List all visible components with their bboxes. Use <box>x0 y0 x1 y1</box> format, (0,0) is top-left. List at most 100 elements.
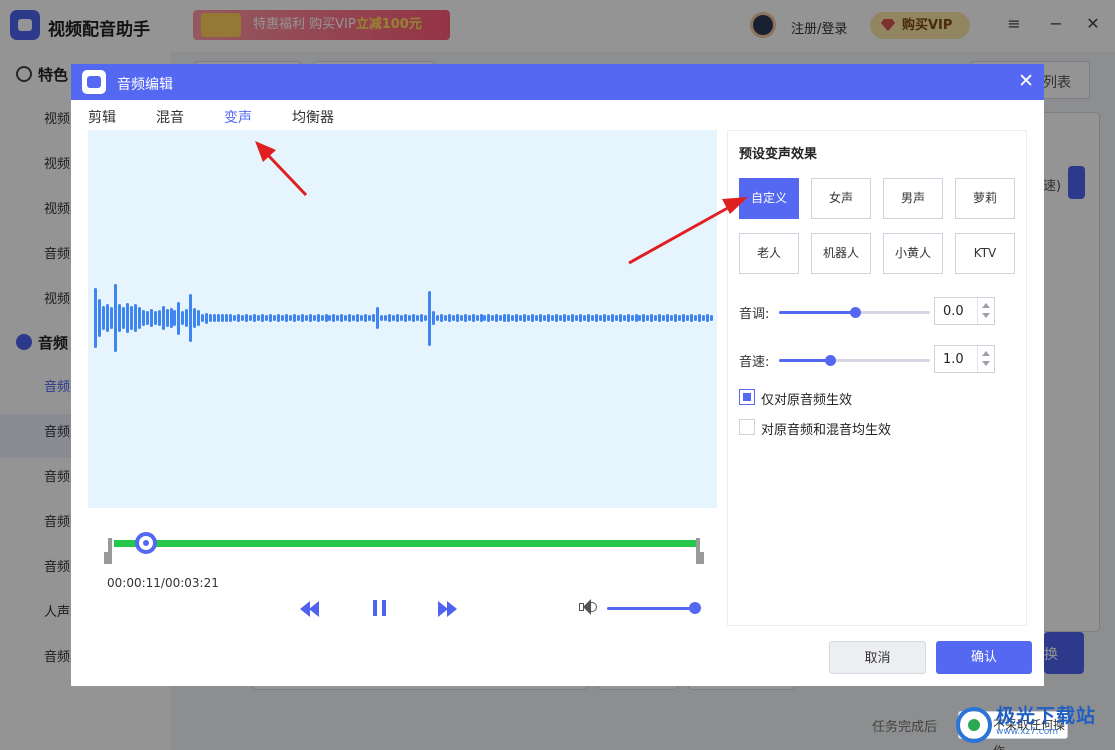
waveform-bar <box>642 314 646 322</box>
trim-range-track[interactable] <box>114 540 696 547</box>
waveform-bar <box>205 312 209 324</box>
pitch-input[interactable]: 0.0 <box>934 297 995 325</box>
speed-slider[interactable] <box>779 355 930 366</box>
dialog-header: 音频编辑 ✕ <box>71 64 1044 100</box>
chevron-down-icon[interactable] <box>982 361 990 366</box>
chevron-up-icon[interactable] <box>982 303 990 308</box>
waveform-bar <box>404 314 407 322</box>
waveform-bar <box>618 314 622 322</box>
waveform-bar <box>423 314 427 322</box>
waveform-bar <box>630 314 634 322</box>
waveform-bar <box>562 314 566 322</box>
waveform-bar <box>471 314 475 322</box>
waveform-bar <box>380 314 384 322</box>
waveform-bar <box>392 314 396 322</box>
waveform-bar <box>415 314 419 322</box>
waveform-bar <box>523 314 527 322</box>
waveform-bar <box>590 314 594 322</box>
waveform-bar <box>141 310 145 326</box>
audio-edit-dialog: 音频编辑 ✕ 剪辑 混音 变声 均衡器 00:00:11/00:03:21 预设… <box>71 64 1044 686</box>
waveform-bar <box>328 314 332 322</box>
waveform-bar <box>690 314 694 322</box>
tab-mix[interactable]: 混音 <box>156 107 184 127</box>
preset-robot[interactable]: 机器人 <box>811 233 871 274</box>
playback-time: 00:00:11/00:03:21 <box>107 576 219 590</box>
waveform-bar <box>229 314 233 322</box>
pitch-slider-knob[interactable] <box>849 307 861 318</box>
waveform-bar <box>662 314 666 322</box>
waveform-bar <box>157 310 161 326</box>
speed-slider-fill <box>779 359 831 362</box>
waveform-bar <box>666 314 670 322</box>
tab-voice-change[interactable]: 变声 <box>224 107 252 127</box>
option-both-checkbox[interactable] <box>739 419 755 435</box>
trim-start-handle[interactable] <box>104 538 112 564</box>
tab-equalizer[interactable]: 均衡器 <box>292 107 334 127</box>
waveform-bar <box>129 305 133 331</box>
option-original-only-checkbox[interactable] <box>739 389 755 405</box>
speed-stepper[interactable] <box>977 346 994 372</box>
waveform-bar <box>292 314 296 322</box>
waveform-bar <box>594 314 598 322</box>
waveform-bar <box>427 290 431 346</box>
waveform-bar <box>491 314 495 322</box>
waveform-bar <box>137 307 141 329</box>
dialog-close-icon[interactable]: ✕ <box>1018 71 1034 91</box>
cancel-button[interactable]: 取消 <box>829 641 926 674</box>
trim-end-handle[interactable] <box>696 538 704 564</box>
waveform-bar <box>368 314 372 322</box>
voice-change-panel: 预设变声效果 自定义 女声 男声 萝莉 老人 机器人 小黄人 KTV 音调: 0… <box>727 130 1027 626</box>
waveform-bar <box>105 303 109 333</box>
speed-input[interactable]: 1.0 <box>934 345 995 373</box>
pause-icon[interactable] <box>372 598 388 618</box>
preset-elder[interactable]: 老人 <box>739 233 799 274</box>
preset-loli[interactable]: 萝莉 <box>955 178 1015 219</box>
waveform-bar <box>145 311 149 325</box>
volume-slider-track[interactable] <box>607 607 695 610</box>
waveform-bar <box>527 314 531 322</box>
waveform-bar <box>320 314 324 322</box>
speed-slider-knob[interactable] <box>825 355 837 366</box>
rewind-icon[interactable] <box>300 598 322 618</box>
waveform-bar <box>634 314 638 322</box>
waveform-bar <box>125 302 129 334</box>
tab-cut[interactable]: 剪辑 <box>88 107 116 127</box>
waveform-bar <box>332 314 336 322</box>
preset-male[interactable]: 男声 <box>883 178 943 219</box>
waveform-bar <box>646 314 650 322</box>
watermark: 极光下载站 www.xz7.com <box>956 697 1115 750</box>
waveform-bar <box>113 283 117 353</box>
waveform-bar <box>682 314 686 322</box>
waveform-bar <box>419 314 423 322</box>
preset-ktv[interactable]: KTV <box>955 233 1015 274</box>
volume-icon[interactable] <box>579 599 597 615</box>
waveform-bar <box>555 314 559 322</box>
waveform-bar <box>574 314 578 322</box>
preset-female[interactable]: 女声 <box>811 178 871 219</box>
waveform-bar <box>173 310 177 326</box>
waveform-bar <box>284 314 288 322</box>
preset-custom[interactable]: 自定义 <box>739 178 799 219</box>
waveform-bar <box>249 314 252 322</box>
pitch-slider[interactable] <box>779 307 930 318</box>
playhead-knob[interactable] <box>135 532 157 554</box>
waveform-bar <box>519 314 523 322</box>
waveform-bar <box>201 313 205 323</box>
waveform-bar <box>447 314 451 322</box>
waveform-bar <box>340 314 344 322</box>
volume-slider-knob[interactable] <box>689 602 701 614</box>
waveform-bar <box>467 314 471 322</box>
pitch-stepper[interactable] <box>977 298 994 324</box>
chevron-down-icon[interactable] <box>982 313 990 318</box>
waveform-bar <box>614 314 618 322</box>
waveform-bar <box>288 314 292 322</box>
preset-minion[interactable]: 小黄人 <box>883 233 943 274</box>
fast-forward-icon[interactable] <box>438 598 460 618</box>
waveform-bar <box>451 314 455 322</box>
chevron-up-icon[interactable] <box>982 351 990 356</box>
confirm-button[interactable]: 确认 <box>936 641 1032 674</box>
waveform-bar <box>535 314 539 322</box>
waveform-bar <box>308 314 312 322</box>
waveform-bar <box>364 314 368 322</box>
audio-preview-panel: 00:00:11/00:03:21 <box>88 130 717 628</box>
